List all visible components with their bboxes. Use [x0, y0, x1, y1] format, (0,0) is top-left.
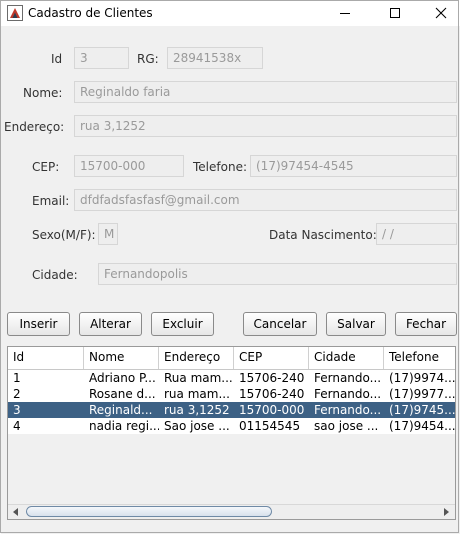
- cell-telefone: (17)9974...: [389, 371, 456, 385]
- table-row[interactable]: 1 Adriano P... Rua mam... 15706-240 Fern…: [8, 370, 456, 386]
- close-button[interactable]: [418, 0, 461, 26]
- cell-telefone: (17)9977...: [389, 387, 456, 401]
- nome-field[interactable]: Reginaldo faria: [74, 81, 457, 103]
- column-header-nome[interactable]: Nome: [84, 347, 159, 369]
- rg-label: RG:: [137, 52, 159, 66]
- column-header-cep[interactable]: CEP: [234, 347, 309, 369]
- cell-cep: 15700-000: [239, 403, 305, 417]
- minimize-icon: [340, 13, 350, 14]
- cancelar-button[interactable]: Cancelar: [243, 312, 317, 336]
- column-header-id[interactable]: Id: [8, 347, 84, 369]
- table-header: Id Nome Endereço CEP Cidade Telefone: [8, 347, 455, 370]
- sexo-field[interactable]: M: [98, 223, 118, 245]
- salvar-button[interactable]: Salvar: [326, 312, 386, 336]
- email-field[interactable]: dfdfadsfasfasf@gmail.com: [74, 189, 457, 211]
- column-header-telefone[interactable]: Telefone: [384, 347, 455, 369]
- endereco-field[interactable]: rua 3,1252: [74, 115, 457, 137]
- scroll-left-icon[interactable]: [11, 507, 21, 517]
- cell-nome: nadia regi...: [89, 419, 159, 433]
- cell-endereco: rua 3,1252: [164, 403, 230, 417]
- cell-nome: Reginald...: [89, 403, 153, 417]
- table-row[interactable]: 4 nadia regi... Sao jose ... 01154545 sa…: [8, 418, 456, 434]
- cell-endereco: Sao jose ...: [164, 419, 230, 433]
- cidade-label: Cidade:: [32, 268, 78, 282]
- cell-cidade: sao jose ...: [314, 419, 379, 433]
- cell-telefone: (17)9745...: [389, 403, 456, 417]
- table-row-selected[interactable]: 3 Reginald... rua 3,1252 15700-000 Ferna…: [8, 402, 456, 418]
- cell-id: 3: [13, 403, 21, 417]
- cell-telefone: (17)9454...: [389, 419, 456, 433]
- cell-id: 1: [13, 371, 21, 385]
- cell-cep: 15706-240: [239, 387, 305, 401]
- cell-cidade: Fernando...: [314, 371, 382, 385]
- email-label: Email:: [32, 194, 70, 208]
- nascimento-field[interactable]: / /: [376, 223, 457, 245]
- cidade-field[interactable]: Fernandopolis: [98, 263, 457, 285]
- telefone-field[interactable]: (17)97454-4545: [250, 155, 457, 177]
- close-icon: [435, 7, 447, 19]
- endereco-label: Endereço:: [4, 120, 65, 134]
- horizontal-scrollbar[interactable]: [8, 504, 455, 519]
- excluir-button[interactable]: Excluir: [151, 312, 214, 336]
- cell-cidade: Fernando...: [314, 387, 382, 401]
- id-label: Id: [51, 52, 63, 66]
- app-icon: [7, 5, 23, 21]
- telefone-label: Telefone:: [193, 160, 247, 174]
- cell-nome: Adriano P...: [89, 371, 156, 385]
- maximize-icon: [390, 8, 400, 18]
- cell-cep: 01154545: [239, 419, 301, 433]
- nome-label: Nome:: [23, 86, 63, 100]
- table-row[interactable]: 2 Rosane d... rua mam... 15706-240 Ferna…: [8, 386, 456, 402]
- minimize-button[interactable]: [322, 0, 368, 26]
- cell-nome: Rosane d...: [89, 387, 156, 401]
- cell-cidade: Fernando...: [314, 403, 382, 417]
- cell-id: 2: [13, 387, 21, 401]
- alterar-button[interactable]: Alterar: [79, 312, 142, 336]
- nascimento-label: Data Nascimento:: [269, 228, 377, 242]
- maximize-button[interactable]: [372, 0, 418, 26]
- cell-endereco: Rua mam...: [164, 371, 233, 385]
- column-header-endereco[interactable]: Endereço: [159, 347, 234, 369]
- id-field[interactable]: 3: [74, 47, 129, 69]
- cell-cep: 15706-240: [239, 371, 305, 385]
- cep-label: CEP:: [32, 160, 60, 174]
- title-bar: Cadastro de Clientes: [0, 0, 461, 26]
- window-title: Cadastro de Clientes: [28, 6, 153, 20]
- fechar-button[interactable]: Fechar: [395, 312, 457, 336]
- scrollbar-thumb[interactable]: [26, 506, 272, 517]
- rg-field[interactable]: 28941538x: [167, 47, 263, 69]
- scroll-right-icon[interactable]: [441, 507, 451, 517]
- clients-table[interactable]: Id Nome Endereço CEP Cidade Telefone 1 A…: [7, 346, 456, 520]
- cep-field[interactable]: 15700-000: [74, 155, 184, 177]
- cell-endereco: rua mam...: [164, 387, 230, 401]
- inserir-button[interactable]: Inserir: [7, 312, 70, 336]
- cell-id: 4: [13, 419, 21, 433]
- column-header-cidade[interactable]: Cidade: [309, 347, 384, 369]
- sexo-label: Sexo(M/F):: [32, 228, 96, 242]
